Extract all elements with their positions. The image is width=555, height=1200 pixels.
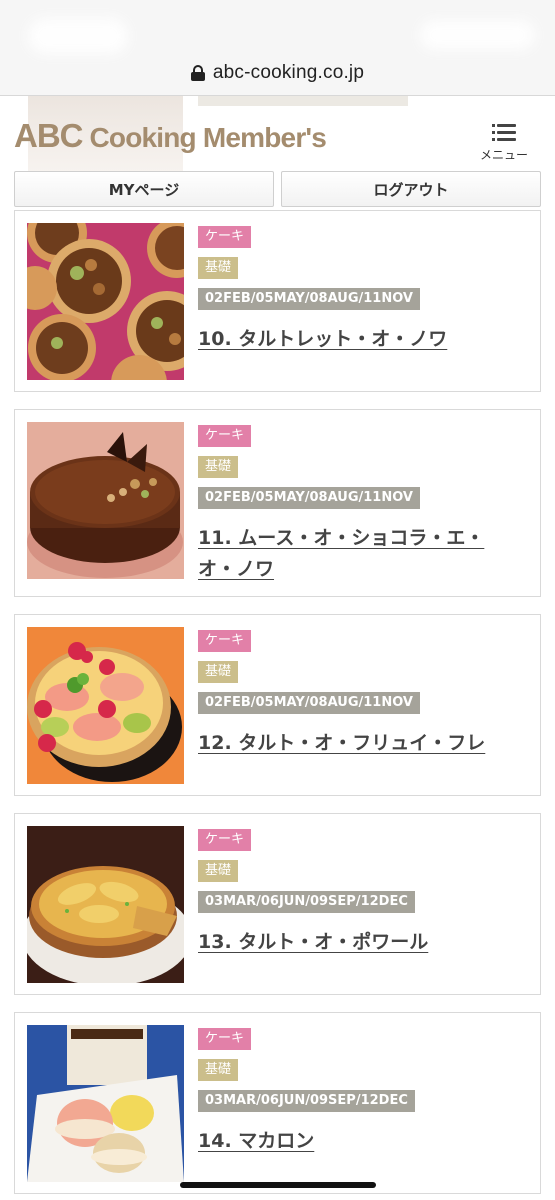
- recipe-info: ケーキ 基礎 03MAR/06JUN/09SEP/12DEC 14. マカロン: [198, 1027, 518, 1157]
- level-tag: 基礎: [198, 257, 239, 279]
- category-tag: ケーキ: [198, 226, 252, 248]
- recipe-card[interactable]: ケーキ 基礎 02FEB/05MAY/08AUG/11NOV 12. タルト・オ…: [14, 614, 541, 796]
- recipe-card[interactable]: ケーキ 基礎 03MAR/06JUN/09SEP/12DEC 14. マカロン: [14, 1012, 541, 1194]
- menu-icon: [492, 124, 516, 142]
- recipe-photo-macaron[interactable]: [27, 1025, 184, 1182]
- home-indicator[interactable]: [180, 1182, 376, 1188]
- category-tag: ケーキ: [198, 829, 252, 851]
- logout-button[interactable]: ログアウト: [281, 171, 541, 207]
- status-icons-blurred: [420, 20, 535, 50]
- logo-text: Cooking Member's: [82, 122, 327, 153]
- recipe-photo-tarte-fruits[interactable]: [27, 627, 184, 784]
- recipe-title-link[interactable]: 13. タルト・オ・ポワール: [198, 927, 518, 958]
- recipe-info: ケーキ 基礎 02FEB/05MAY/08AUG/11NOV 11. ムース・オ…: [198, 424, 518, 585]
- recipe-title-link[interactable]: 11. ムース・オ・ショコラ・エ・オ・ノワ: [198, 523, 518, 585]
- recipe-photo-tartlet-noix[interactable]: [27, 223, 184, 380]
- category-tag: ケーキ: [198, 1028, 252, 1050]
- menu-button[interactable]: メニュー: [470, 118, 538, 166]
- schedule-tag: 03MAR/06JUN/09SEP/12DEC: [198, 891, 415, 913]
- recipe-title-link[interactable]: 12. タルト・オ・フリュイ・フレ: [198, 728, 518, 759]
- level-tag: 基礎: [198, 456, 239, 478]
- level-tag: 基礎: [198, 860, 239, 882]
- level-tag: 基礎: [198, 661, 239, 683]
- address-bar[interactable]: abc-cooking.co.jp: [0, 58, 555, 88]
- schedule-tag: 03MAR/06JUN/09SEP/12DEC: [198, 1090, 415, 1112]
- recipe-photo-tarte-poire[interactable]: [27, 826, 184, 983]
- recipe-title-link[interactable]: 14. マカロン: [198, 1126, 518, 1157]
- schedule-tag: 02FEB/05MAY/08AUG/11NOV: [198, 288, 420, 310]
- url-text[interactable]: abc-cooking.co.jp: [213, 62, 364, 84]
- lock-icon: [190, 65, 205, 81]
- category-tag: ケーキ: [198, 425, 252, 447]
- recipe-info: ケーキ 基礎 02FEB/05MAY/08AUG/11NOV 10. タルトレッ…: [198, 225, 518, 355]
- recipe-card[interactable]: ケーキ 基礎 03MAR/06JUN/09SEP/12DEC 13. タルト・オ…: [14, 813, 541, 995]
- category-tag: ケーキ: [198, 630, 252, 652]
- member-nav: MYページ ログアウト: [14, 171, 541, 207]
- schedule-tag: 02FEB/05MAY/08AUG/11NOV: [198, 487, 420, 509]
- recipe-title-link[interactable]: 10. タルトレット・オ・ノワ: [198, 324, 518, 355]
- level-tag: 基礎: [198, 1059, 239, 1081]
- recipe-info: ケーキ 基礎 02FEB/05MAY/08AUG/11NOV 12. タルト・オ…: [198, 629, 518, 759]
- recipe-card[interactable]: ケーキ 基礎 02FEB/05MAY/08AUG/11NOV 11. ムース・オ…: [14, 409, 541, 597]
- recipe-card[interactable]: ケーキ 基礎 02FEB/05MAY/08AUG/11NOV 10. タルトレッ…: [14, 210, 541, 392]
- site-logo[interactable]: ABC Cooking Member's: [14, 117, 327, 155]
- schedule-tag: 02FEB/05MAY/08AUG/11NOV: [198, 692, 420, 714]
- recipe-photo-mousse-chocolat[interactable]: [27, 422, 184, 579]
- recipe-info: ケーキ 基礎 03MAR/06JUN/09SEP/12DEC 13. タルト・オ…: [198, 828, 518, 958]
- menu-label: メニュー: [479, 148, 528, 162]
- logo-abc: ABC: [14, 117, 83, 154]
- my-page-button[interactable]: MYページ: [14, 171, 274, 207]
- browser-status-bar: abc-cooking.co.jp: [0, 0, 555, 96]
- header-background-strip: [198, 96, 408, 106]
- status-time-blurred: [28, 18, 128, 54]
